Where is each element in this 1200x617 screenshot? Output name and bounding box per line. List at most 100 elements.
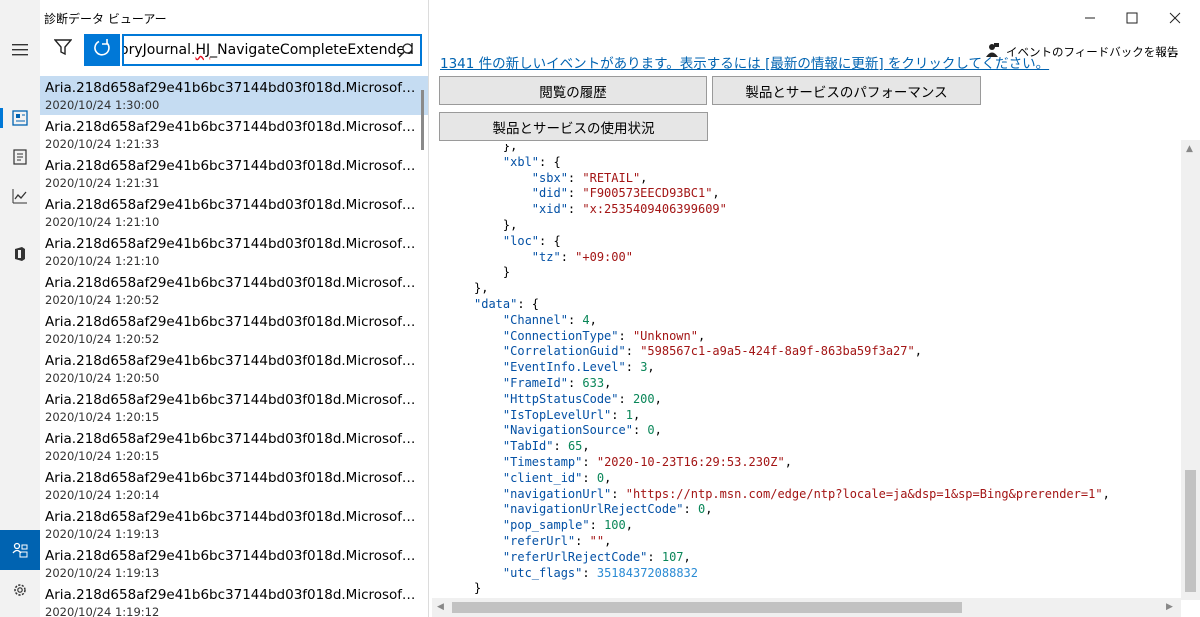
json-line: "IsTopLevelUrl": 1, (438, 408, 1180, 424)
event-timestamp: 2020/10/24 1:30:00 (45, 98, 160, 112)
event-timestamp: 2020/10/24 1:20:15 (45, 410, 160, 424)
json-token: } (474, 265, 511, 280)
json-line: "utc_flags": 35184372088832 (438, 566, 1180, 582)
json-line: "TabId": 65, (438, 439, 1180, 455)
hamburger-icon[interactable] (0, 30, 40, 70)
json-token: : { (539, 233, 561, 248)
event-list-item[interactable]: Aria.218d658af29e41b6bc37144bd03f018d.Mi… (40, 349, 428, 388)
json-token: 0 (647, 423, 655, 438)
json-token: "RETAIL" (582, 170, 641, 185)
event-timestamp: 2020/10/24 1:19:12 (45, 605, 160, 617)
event-list-item[interactable]: Aria.218d658af29e41b6bc37144bd03f018d.Mi… (40, 310, 428, 349)
json-token: , (784, 454, 792, 469)
json-token: 200 (632, 391, 655, 406)
event-list-item[interactable]: Aria.218d658af29e41b6bc37144bd03f018d.Mi… (40, 505, 428, 544)
event-list-item[interactable]: Aria.218d658af29e41b6bc37144bd03f018d.Mi… (40, 466, 428, 505)
json-token: "did" (531, 186, 568, 201)
event-list-item[interactable]: Aria.218d658af29e41b6bc37144bd03f018d.Mi… (40, 544, 428, 583)
search-input[interactable]: oryJournal.HJ_NavigateCompleteExtended (124, 42, 414, 58)
json-token: "" (589, 533, 605, 548)
json-token: : (575, 533, 590, 548)
json-token: , (647, 360, 655, 375)
data-view-icon[interactable] (0, 530, 40, 570)
search-icon[interactable] (398, 42, 414, 62)
json-line: } (438, 265, 1180, 281)
json-token: "data" (474, 296, 518, 311)
close-icon[interactable] (1163, 6, 1187, 30)
event-list-item[interactable]: Aria.218d658af29e41b6bc37144bd03f018d.Mi… (40, 76, 428, 115)
event-list-item[interactable]: Aria.218d658af29e41b6bc37144bd03f018d.Mi… (40, 427, 428, 466)
event-list-item[interactable]: Aria.218d658af29e41b6bc37144bd03f018d.Mi… (40, 583, 428, 617)
refresh-icon (92, 38, 112, 62)
event-list-item[interactable]: Aria.218d658af29e41b6bc37144bd03f018d.Mi… (40, 232, 428, 271)
category-browsing-history[interactable]: 閲覧の履歴 (439, 76, 707, 105)
minimize-icon[interactable] (1078, 6, 1102, 30)
json-token: "navigationUrlRejectCode" (502, 502, 684, 517)
event-json-viewer[interactable]: }, "xbl": { "sbx": "RETAIL", "did": "F90… (438, 144, 1180, 598)
json-token: "Unknown" (632, 328, 698, 343)
feedback-button[interactable]: イベントのフィードバックを報告 (984, 42, 1178, 61)
app-title: 診断データ ビューアー (44, 12, 167, 26)
settings-icon[interactable] (0, 570, 40, 610)
json-token: : (611, 486, 626, 501)
problem-reports-icon[interactable] (0, 137, 40, 177)
json-token: "+09:00" (575, 249, 633, 264)
diagnostic-data-icon[interactable] (0, 98, 40, 138)
refresh-button[interactable] (84, 34, 120, 66)
office-diagnostic-icon[interactable] (0, 234, 40, 274)
json-line: "NavigationSource": 0, (438, 423, 1180, 439)
json-token: : { (517, 296, 540, 311)
json-token: "referUrl" (502, 533, 576, 548)
json-token: : (611, 407, 626, 422)
event-list-item[interactable]: Aria.218d658af29e41b6bc37144bd03f018d.Mi… (40, 154, 428, 193)
json-line: } (438, 581, 1180, 597)
event-name: Aria.218d658af29e41b6bc37144bd03f018d.Mi… (45, 392, 417, 408)
json-line: "navigationUrl": "https://ntp.msn.com/ed… (438, 487, 1180, 503)
json-token: "Channel" (502, 312, 568, 327)
event-list[interactable]: Aria.218d658af29e41b6bc37144bd03f018d.Mi… (40, 76, 428, 617)
category-product-usage[interactable]: 製品とサービスの使用状況 (439, 112, 708, 141)
new-events-link[interactable]: 1341 件の新しいイベントがあります。表示するには [最新の情報に更新] をク… (440, 52, 1049, 72)
scroll-up-icon[interactable]: ▲ (1186, 144, 1193, 154)
category-product-performance[interactable]: 製品とサービスのパフォーマンス (712, 76, 981, 105)
vertical-scroll-thumb[interactable] (1185, 470, 1196, 592)
json-token: : (567, 312, 583, 327)
json-token: : (618, 328, 633, 343)
scroll-left-icon[interactable]: ◀ (437, 602, 444, 612)
event-name: Aria.218d658af29e41b6bc37144bd03f018d.Mi… (45, 470, 417, 486)
search-box[interactable]: oryJournal.HJ_NavigateCompleteExtended (122, 34, 422, 66)
event-list-item[interactable]: Aria.218d658af29e41b6bc37144bd03f018d.Mi… (40, 388, 428, 427)
activity-chart-icon[interactable] (0, 176, 40, 216)
json-token: }, (474, 217, 518, 232)
json-token: "sbx" (531, 170, 568, 185)
event-list-item[interactable]: Aria.218d658af29e41b6bc37144bd03f018d.Mi… (40, 271, 428, 310)
json-horizontal-scrollbar[interactable]: ◀ ▶ (432, 598, 1181, 617)
json-line: "sbx": "RETAIL", (438, 171, 1180, 187)
list-scrollbar[interactable] (421, 90, 424, 150)
event-list-item[interactable]: Aria.218d658af29e41b6bc37144bd03f018d.Mi… (40, 193, 428, 232)
json-token: , (1102, 486, 1110, 501)
event-name: Aria.218d658af29e41b6bc37144bd03f018d.Mi… (45, 314, 417, 330)
json-token: "navigationUrl" (502, 486, 612, 501)
json-line: "FrameId": 633, (438, 376, 1180, 392)
event-list-item[interactable]: Aria.218d658af29e41b6bc37144bd03f018d.Mi… (40, 115, 428, 154)
json-token: : (567, 375, 583, 390)
scroll-right-icon[interactable]: ▶ (1166, 602, 1173, 612)
json-token: , (589, 312, 597, 327)
feedback-label: イベントのフィードバックを報告 (1006, 44, 1179, 59)
horizontal-scroll-thumb[interactable] (452, 602, 962, 613)
json-token: , (705, 502, 713, 517)
json-token: : (553, 439, 568, 454)
json-vertical-scrollbar[interactable]: ▲ (1181, 140, 1200, 600)
json-token: , (697, 328, 706, 343)
filter-button[interactable] (50, 36, 76, 62)
json-token: : (567, 202, 583, 217)
maximize-icon[interactable] (1120, 6, 1144, 30)
more-options-button[interactable]: ... (1162, 40, 1180, 59)
